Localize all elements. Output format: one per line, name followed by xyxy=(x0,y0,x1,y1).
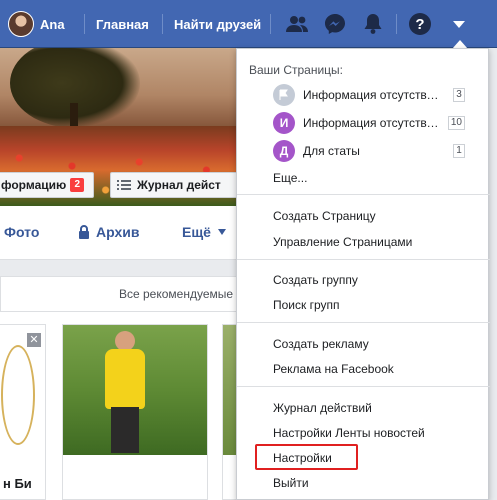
home-link[interactable]: Главная xyxy=(96,0,149,48)
page-initial-icon: И xyxy=(273,112,295,134)
friends-icon[interactable] xyxy=(284,11,310,37)
divider xyxy=(237,322,490,323)
manage-pages-link[interactable]: Управление Страницами xyxy=(273,235,412,249)
settings-highlight-box xyxy=(255,444,358,470)
page-count: 3 xyxy=(453,88,465,102)
page-name: Информация отсутствует xyxy=(303,88,443,102)
page-name: Для статы xyxy=(303,144,360,158)
divider xyxy=(237,259,490,260)
find-friends-link[interactable]: Найти друзей xyxy=(174,0,261,48)
page-item[interactable]: И Информация отсутствует 10 xyxy=(273,111,485,135)
activity-log-link[interactable]: Журнал действий xyxy=(273,401,372,415)
svg-text:?: ? xyxy=(415,16,424,33)
news-feed-preferences-link[interactable]: Настройки Ленты новостей xyxy=(273,426,425,440)
person-head xyxy=(115,331,135,351)
person-vest xyxy=(105,349,145,409)
divider xyxy=(396,14,397,34)
messenger-icon[interactable] xyxy=(322,11,348,37)
create-ads-link[interactable]: Создать рекламу xyxy=(273,337,369,351)
find-groups-link[interactable]: Поиск групп xyxy=(273,298,340,312)
list-icon xyxy=(117,180,131,190)
tab-photos[interactable]: Фото xyxy=(4,224,39,240)
close-icon[interactable]: ✕ xyxy=(27,333,41,347)
logout-link[interactable]: Выйти xyxy=(273,476,309,490)
flag-icon xyxy=(273,84,295,106)
page-item[interactable]: Д Для статы 1 xyxy=(273,139,485,163)
more-pages-link[interactable]: Еще... xyxy=(273,171,307,185)
update-info-button[interactable]: формацию 2 xyxy=(0,172,94,198)
advertising-link[interactable]: Реклама на Facebook xyxy=(273,362,394,376)
update-info-label: формацию xyxy=(1,178,67,192)
create-page-link[interactable]: Создать Страницу xyxy=(273,209,376,223)
page-count: 1 xyxy=(453,144,465,158)
page-count: 10 xyxy=(447,116,465,130)
recommendation-card[interactable]: ✕ н Би xyxy=(0,324,46,500)
account-menu: Ваши Страницы: Информация отсутствует 3 … xyxy=(236,48,490,500)
activity-log-label: Журнал дейст xyxy=(137,178,221,192)
notifications-icon[interactable] xyxy=(360,11,386,37)
person-photo xyxy=(63,325,207,455)
your-pages-header: Ваши Страницы: xyxy=(249,63,344,77)
divider xyxy=(237,194,490,195)
recommendations-list: ✕ н Би xyxy=(0,312,252,500)
divider xyxy=(270,14,271,34)
profile-name: Ana xyxy=(40,16,65,32)
divider xyxy=(162,14,163,34)
tab-archive-label: Архив xyxy=(96,224,140,240)
tab-photos-label: Фото xyxy=(4,224,40,240)
lock-icon xyxy=(79,225,89,239)
divider xyxy=(237,386,490,387)
caret-down-icon xyxy=(217,229,226,235)
page-initial-icon: Д xyxy=(273,140,295,162)
tab-more[interactable]: Ещё xyxy=(182,224,227,240)
avatar xyxy=(8,11,34,37)
ornament-image xyxy=(1,345,35,445)
profile-link[interactable]: Ana xyxy=(8,10,65,38)
recommendations-bar: Все рекомендуемые xyxy=(0,276,240,312)
page-name: Информация отсутствует xyxy=(303,116,443,130)
help-icon[interactable]: ? xyxy=(407,11,433,37)
activity-log-button[interactable]: Журнал дейст xyxy=(110,172,240,198)
page-item[interactable]: Информация отсутствует 3 xyxy=(273,83,485,107)
divider xyxy=(84,14,85,34)
create-group-link[interactable]: Создать группу xyxy=(273,273,358,287)
top-bar: Ana Главная Найти друзей ? xyxy=(0,0,497,48)
profile-tabs: Фото Архив Ещё xyxy=(0,206,240,260)
update-info-badge: 2 xyxy=(70,178,85,192)
card-name: н Би xyxy=(3,476,32,491)
tab-more-label: Ещё xyxy=(182,224,211,240)
recommendation-card[interactable] xyxy=(62,324,208,500)
see-all-recommendations-link[interactable]: Все рекомендуемые xyxy=(119,287,233,301)
tab-archive[interactable]: Архив xyxy=(78,224,139,240)
chevron-down-icon[interactable] xyxy=(446,11,472,37)
person-legs xyxy=(111,407,139,453)
